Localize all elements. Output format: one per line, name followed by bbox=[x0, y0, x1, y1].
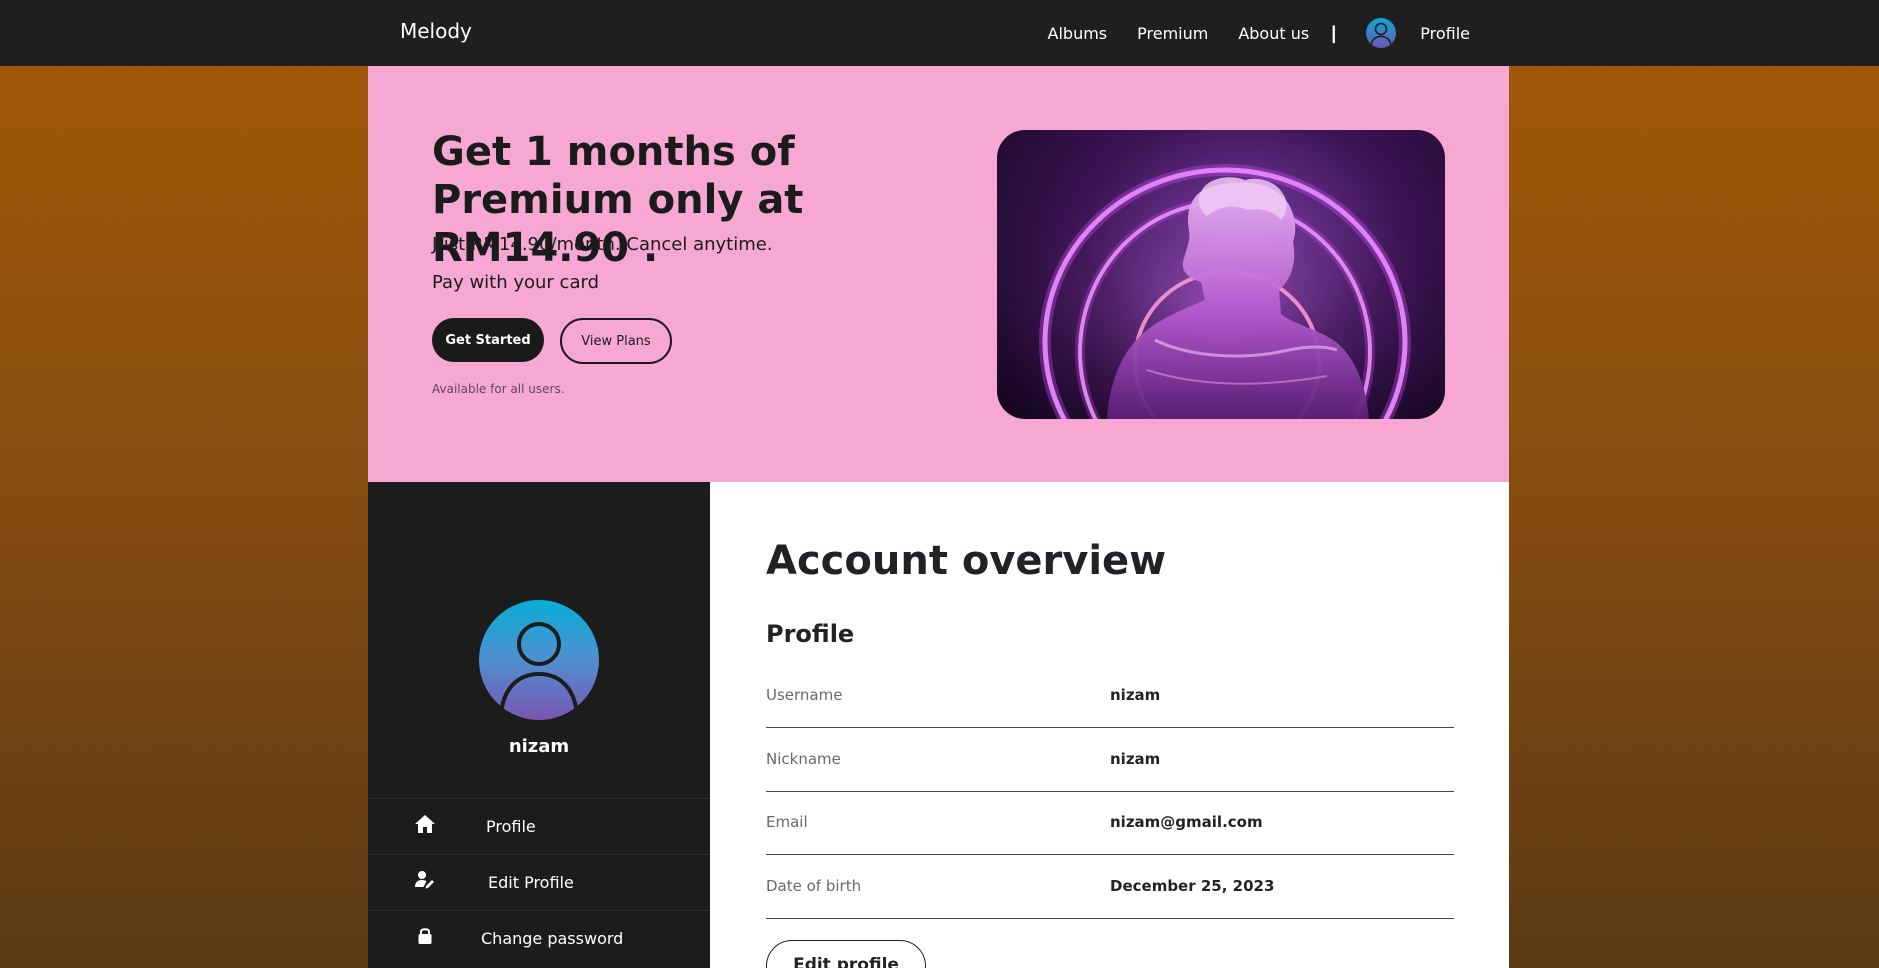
field-row-date-of-birth: Date of birth December 25, 2023 bbox=[766, 855, 1454, 919]
nav-link-premium[interactable]: Premium bbox=[1137, 24, 1208, 43]
nav-link-about-us[interactable]: About us bbox=[1238, 24, 1309, 43]
neon-statue-image bbox=[997, 130, 1445, 419]
availability-note: Available for all users. bbox=[432, 382, 565, 396]
top-navbar: Melody Albums Premium About us | Profile bbox=[0, 0, 1879, 66]
home-icon bbox=[414, 813, 436, 835]
field-row-username: Username nizam bbox=[766, 664, 1454, 728]
field-label: Nickname bbox=[766, 750, 841, 768]
user-avatar-icon bbox=[479, 600, 599, 720]
sidebar-item-label: Profile bbox=[486, 817, 536, 836]
field-value: nizam bbox=[1110, 750, 1161, 768]
nav-links: Albums Premium About us | Profile bbox=[1018, 0, 1470, 66]
sidebar-item-change-password[interactable]: Change password bbox=[368, 910, 710, 966]
sidebar-item-profile[interactable]: Profile bbox=[368, 798, 710, 854]
nav-link-profile[interactable]: Profile bbox=[1420, 24, 1470, 43]
nav-link-albums[interactable]: Albums bbox=[1048, 24, 1108, 43]
nav-separator: | bbox=[1331, 22, 1337, 43]
field-value: December 25, 2023 bbox=[1110, 877, 1275, 895]
field-row-email: Email nizam@gmail.com bbox=[766, 791, 1454, 855]
hero-payment-note: Pay with your card bbox=[432, 272, 599, 293]
brand-logo[interactable]: Melody bbox=[400, 19, 472, 43]
field-label: Email bbox=[766, 813, 808, 831]
sidebar-item-label: Change password bbox=[481, 929, 624, 948]
sidebar-username: nizam bbox=[508, 736, 570, 757]
sidebar-item-label: Edit Profile bbox=[488, 873, 574, 892]
profile-sidebar: nizam Profile Edit Profile Change passwo… bbox=[368, 482, 710, 968]
user-edit-icon bbox=[414, 869, 436, 891]
field-label: Username bbox=[766, 686, 843, 704]
page-title: Account overview bbox=[766, 538, 1167, 584]
user-avatar-icon[interactable] bbox=[1366, 18, 1397, 48]
edit-profile-button[interactable]: Edit profile bbox=[766, 940, 926, 968]
account-overview-panel: Account overview Profile Username nizam … bbox=[710, 482, 1509, 968]
sidebar-item-edit-profile[interactable]: Edit Profile bbox=[368, 854, 710, 910]
field-label: Date of birth bbox=[766, 877, 862, 895]
premium-hero-banner: Get 1 months of Premium only at RM14.90 … bbox=[368, 66, 1509, 482]
hero-subtitle: Just RM14.90/month. Cancel anytime. bbox=[432, 234, 773, 255]
field-value: nizam bbox=[1110, 686, 1161, 704]
lock-icon bbox=[414, 925, 436, 947]
profile-section-title: Profile bbox=[766, 620, 855, 648]
get-started-button[interactable]: Get Started bbox=[432, 318, 544, 362]
field-row-nickname: Nickname nizam bbox=[766, 728, 1454, 792]
field-value: nizam@gmail.com bbox=[1110, 813, 1263, 831]
view-plans-button[interactable]: View Plans bbox=[560, 318, 672, 364]
